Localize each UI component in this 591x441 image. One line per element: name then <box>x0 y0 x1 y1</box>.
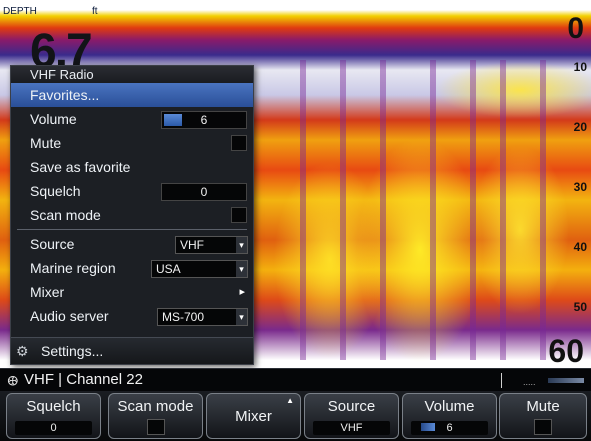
menu-item-label: Mixer <box>30 284 65 300</box>
chevron-right-icon: ▸ <box>239 286 245 298</box>
softkey-checkbox <box>146 419 165 435</box>
softkey-mixer[interactable]: ▲ Mixer <box>206 393 301 439</box>
menu-item-label: Squelch <box>30 183 81 199</box>
menu-item-volume[interactable]: Volume 6 <box>11 107 253 131</box>
chevron-down-icon: ▾ <box>236 237 247 253</box>
softkey-label: Mixer <box>235 408 272 425</box>
scan-mode-checkbox[interactable] <box>231 207 247 223</box>
menu-item-label: Mute <box>30 135 62 151</box>
depth-scale: 0 10 20 30 40 50 60 <box>548 8 587 369</box>
mute-checkbox[interactable] <box>231 135 247 151</box>
volume-field[interactable]: 6 <box>161 111 247 129</box>
signal-bar <box>548 378 584 383</box>
volume-level-bar <box>164 114 182 126</box>
marine-region-select[interactable]: USA ▾ <box>151 260 248 278</box>
softkey-scan-mode[interactable]: Scan mode <box>108 393 203 439</box>
source-select[interactable]: VHF ▾ <box>175 236 248 254</box>
softkey-value: 0 <box>15 421 92 435</box>
scale-tick: 10 <box>573 60 587 74</box>
scale-bottom-label: 60 <box>548 333 584 369</box>
chevron-down-icon: ▾ <box>236 309 247 325</box>
scale-tick: 20 <box>573 120 587 134</box>
depth-label: DEPTH <box>3 6 37 17</box>
menu-item-mute[interactable]: Mute <box>11 131 253 155</box>
menu-item-label: Save as favorite <box>30 159 131 175</box>
menu-item-label: Scan mode <box>30 207 101 223</box>
audio-server-value: MS-700 <box>162 310 205 324</box>
menu-item-label: Favorites... <box>30 87 100 103</box>
settings-gear-icon: ⚙ <box>16 343 29 359</box>
menu-item-label: Marine region <box>30 260 116 276</box>
units-label: ft <box>92 6 98 17</box>
menu-item-favorites[interactable]: Favorites... <box>11 83 253 107</box>
vhf-radio-menu: VHF Radio Favorites... Volume 6 Mute Sav… <box>10 65 254 365</box>
scale-tick: 30 <box>573 180 587 194</box>
marine-region-value: USA <box>156 262 181 276</box>
softkey-label: Scan mode <box>117 398 194 415</box>
softkey-source[interactable]: Source VHF <box>304 393 399 439</box>
softkey-value: VHF <box>313 421 390 435</box>
softkey-label: Volume <box>424 398 475 415</box>
menu-item-scan-mode[interactable]: Scan mode <box>11 203 253 227</box>
menu-item-label: Source <box>30 236 75 252</box>
scale-top-label: 0 <box>567 12 584 45</box>
antenna-icon: 𐃏 <box>7 373 19 389</box>
volume-value: 6 <box>200 113 208 127</box>
settings-label: Settings... <box>41 343 104 359</box>
softkey-mute[interactable]: Mute <box>499 393 587 439</box>
depth-overlay: DEPTH ft <box>0 0 591 22</box>
audio-server-select[interactable]: MS-700 ▾ <box>157 308 248 326</box>
menu-item-audio-server[interactable]: Audio server MS-700 ▾ <box>11 304 253 328</box>
status-dots: ..... <box>523 377 536 387</box>
status-text: VHF | Channel 22 <box>24 371 143 388</box>
softkey-squelch[interactable]: Squelch 0 <box>6 393 101 439</box>
status-divider <box>501 373 502 388</box>
menu-item-label: Volume <box>30 111 77 127</box>
softkey-volume[interactable]: Volume 6 <box>402 393 497 439</box>
softkey-label: Mute <box>526 398 560 415</box>
scale-tick: 40 <box>573 240 587 254</box>
softkey-label: Source <box>327 398 376 415</box>
scale-tick: 50 <box>573 300 587 314</box>
chevron-down-icon: ▾ <box>236 261 247 277</box>
chevron-up-icon: ▲ <box>286 396 294 405</box>
volume-level-bar <box>421 423 435 431</box>
menu-title: VHF Radio <box>11 66 253 83</box>
menu-item-mixer[interactable]: Mixer ▸ <box>11 280 253 304</box>
source-value: VHF <box>180 238 204 252</box>
menu-item-label: Audio server <box>30 308 109 324</box>
status-channel: Channel 22 <box>66 371 143 388</box>
softkey-value-text: 6 <box>446 422 453 434</box>
menu-item-settings[interactable]: ⚙ Settings... <box>11 337 253 364</box>
softkey-value: 6 <box>411 421 488 435</box>
softkey-checkbox <box>534 419 552 435</box>
softkey-label: Squelch <box>26 398 81 415</box>
menu-item-marine-region[interactable]: Marine region USA ▾ <box>11 256 253 280</box>
status-bar: 𐃏 VHF | Channel 22 ..... <box>0 368 591 392</box>
softkey-bar: Squelch 0 Scan mode ▲ Mixer Source VHF V… <box>0 391 591 441</box>
menu-item-source[interactable]: Source VHF ▾ <box>11 232 253 256</box>
menu-item-save-favorite[interactable]: Save as favorite <box>11 155 253 179</box>
status-source: VHF <box>24 371 54 388</box>
menu-item-squelch[interactable]: Squelch 0 <box>11 179 253 203</box>
squelch-field[interactable]: 0 <box>161 183 247 201</box>
menu-divider <box>17 229 247 230</box>
